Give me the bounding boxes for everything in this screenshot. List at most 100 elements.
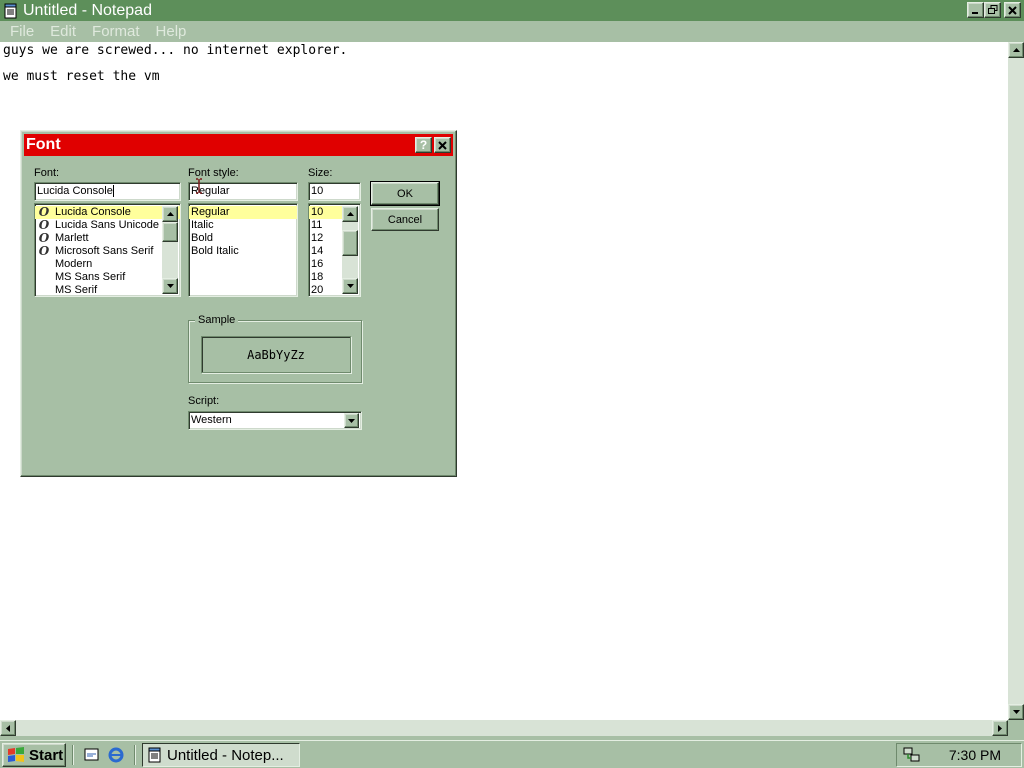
dropdown-button[interactable] [344, 413, 359, 428]
font-list-item[interactable]: O Microsoft Sans Serif [35, 245, 180, 258]
font-list-item[interactable]: OModern [35, 258, 180, 271]
scroll-right-button[interactable] [992, 720, 1008, 736]
arrow-down-icon [1012, 710, 1020, 714]
taskbar-divider [134, 745, 136, 765]
font-list-item-label: Marlett [55, 232, 89, 244]
script-select[interactable]: Western [188, 411, 362, 430]
size-list-scrollbar[interactable] [342, 206, 358, 294]
font-dialog: Font ? Font: Lucida Console O Lucida Cons… [20, 130, 457, 477]
script-value: Western [191, 414, 232, 426]
scroll-thumb[interactable] [162, 222, 178, 242]
font-label: Font: [34, 167, 60, 179]
font-list-item-label: Lucida Sans Unicode [55, 219, 159, 231]
arrow-up-icon [1012, 48, 1020, 52]
menu-bar: File Edit Format Help [0, 21, 1024, 42]
arrow-right-icon [998, 724, 1002, 732]
close-icon [438, 140, 447, 150]
style-list-item[interactable]: Bold [189, 232, 297, 245]
font-list-item[interactable]: O Lucida Console [35, 206, 180, 219]
taskbar: Start Untitled - Notep... 7:30 PM [0, 740, 1024, 768]
close-button[interactable] [1004, 2, 1021, 18]
text-caret [112, 185, 114, 198]
show-desktop-icon[interactable] [82, 745, 102, 765]
restore-icon [987, 5, 997, 14]
size-label: Size: [308, 167, 333, 179]
horizontal-scrollbar[interactable] [0, 720, 1008, 736]
scroll-down-button[interactable] [162, 278, 178, 294]
scroll-up-button[interactable] [342, 206, 358, 222]
ok-button[interactable]: OK [370, 181, 440, 206]
chevron-down-icon [348, 418, 355, 423]
opentype-font-icon: O [38, 244, 50, 258]
font-list-item[interactable]: OMS Sans Serif [35, 271, 180, 284]
font-list-item-label: Modern [55, 258, 93, 270]
windows-logo-icon [8, 747, 24, 762]
text-line: we must reset the vm [3, 69, 160, 84]
font-size-input[interactable]: 10 [308, 182, 361, 201]
font-size-value: 10 [311, 185, 324, 197]
close-icon [1008, 5, 1017, 15]
font-list-item-label: MS Sans Serif [55, 271, 126, 283]
notepad-icon [4, 3, 17, 18]
help-button[interactable]: ? [415, 137, 432, 153]
font-size-list[interactable]: 10 11 12 14 16 18 20 [308, 203, 361, 297]
network-tray-icon[interactable] [903, 747, 921, 763]
start-button[interactable]: Start [2, 743, 66, 767]
size-grip[interactable] [1008, 720, 1024, 736]
style-list-item[interactable]: Italic [189, 219, 297, 232]
arrow-left-icon [6, 724, 10, 732]
taskbar-button-notepad[interactable]: Untitled - Notep... [142, 743, 300, 767]
scroll-up-button[interactable] [162, 206, 178, 222]
scroll-down-button[interactable] [1008, 704, 1024, 720]
system-tray: 7:30 PM [896, 743, 1022, 767]
menu-file[interactable]: File [2, 23, 42, 40]
menu-format[interactable]: Format [84, 23, 148, 40]
cancel-button[interactable]: Cancel [371, 208, 439, 231]
window-title: Untitled - Notepad [23, 1, 152, 19]
font-style-input[interactable]: Regular [188, 182, 298, 201]
help-icon: ? [419, 138, 428, 152]
sample-label: Sample [195, 314, 239, 326]
font-list-item[interactable]: O Lucida Sans Unicode [35, 219, 180, 232]
title-bar[interactable]: Untitled - Notepad [0, 0, 1024, 21]
font-list-item-label: Lucida Console [55, 206, 131, 218]
font-name-input[interactable]: Lucida Console [34, 182, 181, 201]
text-line: guys we are screwed... no internet explo… [3, 43, 348, 58]
internet-explorer-icon[interactable] [106, 745, 126, 765]
arrow-down-icon [346, 284, 354, 288]
notepad-icon [148, 747, 161, 763]
text-cursor-icon [196, 178, 202, 194]
scroll-left-button[interactable] [0, 720, 16, 736]
font-list-item[interactable]: OMS Serif [35, 284, 180, 296]
arrow-up-icon [166, 212, 174, 216]
minimize-button[interactable] [967, 2, 984, 18]
menu-edit[interactable]: Edit [42, 23, 84, 40]
style-list-item[interactable]: Regular [189, 206, 297, 219]
sample-preview: AaBbYyZz [201, 336, 351, 373]
size-list-item[interactable]: 10 [309, 206, 342, 219]
show-desktop-icon-glyph [84, 748, 99, 761]
restore-button[interactable] [984, 2, 1001, 18]
scroll-up-button[interactable] [1008, 42, 1024, 58]
font-list-item-label: MS Serif [55, 284, 98, 296]
script-label: Script: [188, 395, 220, 407]
font-name-value: Lucida Console [37, 185, 113, 197]
menu-help[interactable]: Help [148, 23, 195, 40]
ie-icon-glyph [108, 747, 124, 763]
taskbar-divider [72, 745, 74, 765]
clock[interactable]: 7:30 PM [949, 747, 1001, 763]
dialog-title: Font [26, 136, 61, 153]
font-list-item[interactable]: O Marlett [35, 232, 180, 245]
scroll-down-button[interactable] [342, 278, 358, 294]
font-list[interactable]: O Lucida Console O Lucida Sans Unicode O Ma… [34, 203, 181, 297]
vertical-scrollbar[interactable] [1008, 42, 1024, 720]
scroll-thumb[interactable] [342, 230, 358, 256]
taskbar-button-label: Untitled - Notep... [167, 746, 284, 764]
dialog-title-bar[interactable]: Font ? [24, 134, 453, 156]
font-list-scrollbar[interactable] [162, 206, 178, 294]
start-label: Start [29, 746, 64, 764]
font-style-list[interactable]: Regular Italic Bold Bold Italic [188, 203, 298, 297]
arrow-down-icon [166, 284, 174, 288]
dialog-close-button[interactable] [434, 137, 451, 153]
style-list-item[interactable]: Bold Italic [189, 245, 297, 258]
